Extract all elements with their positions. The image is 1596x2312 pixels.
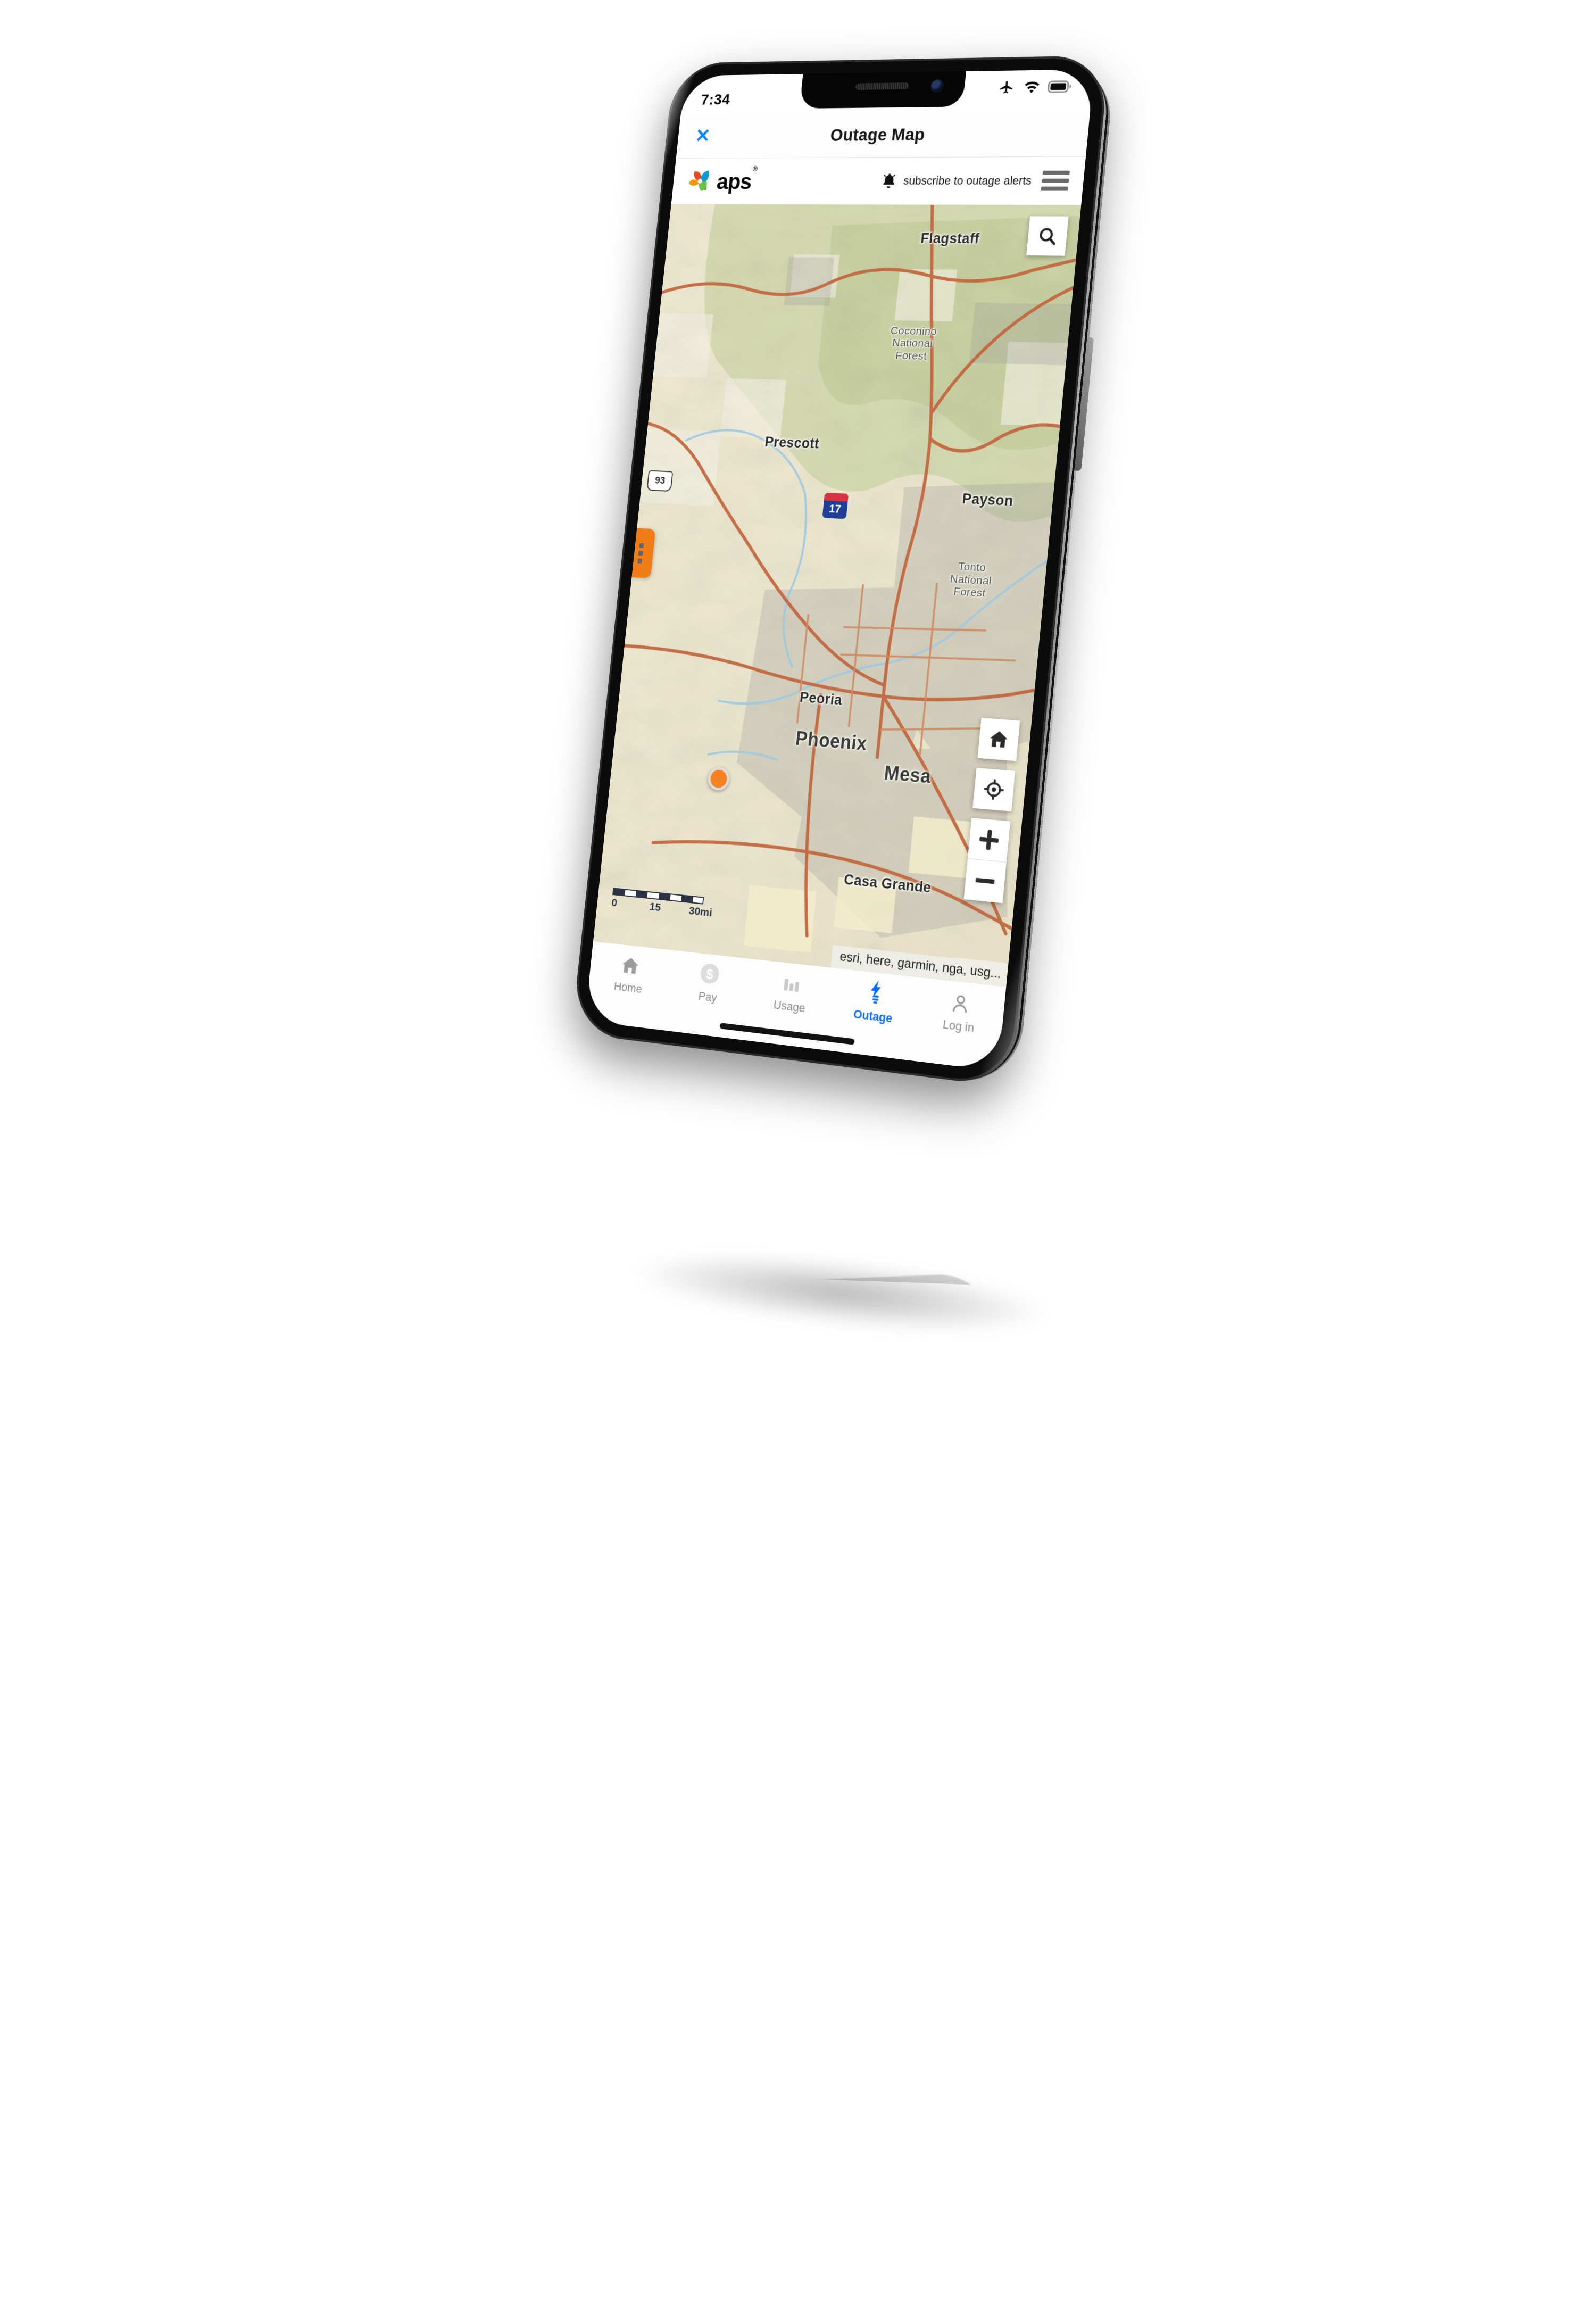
tab-home-label: Home [613, 979, 643, 996]
highway-shield-i17: 17 [822, 493, 849, 519]
registered-mark: ® [752, 164, 758, 172]
airplane-mode-icon [997, 79, 1017, 95]
status-bar-time: 7:34 [700, 91, 731, 109]
tab-pay-label: Pay [697, 989, 717, 1005]
home-indicator[interactable] [719, 1023, 854, 1045]
plug-icon [864, 979, 887, 1005]
map-label-payson: Payson [961, 491, 1014, 509]
map-zoom-in-button[interactable] [968, 818, 1010, 862]
map-legend-drawer-handle[interactable] [621, 528, 655, 578]
subscribe-alerts-label: subscribe to outage alerts [903, 174, 1032, 188]
scale-tick-0: 0 [611, 897, 618, 910]
map-label-coconino-national-forest: CoconinoNationalForest [887, 325, 937, 363]
map-tiles [593, 204, 1081, 987]
interstate-shield: 17 [822, 493, 849, 519]
map-label-peoria: Peoria [799, 690, 843, 709]
page-title: Outage Map [677, 123, 1089, 146]
tab-outage-label: Outage [853, 1007, 893, 1025]
person-icon [950, 989, 972, 1015]
plus-icon [979, 829, 1000, 850]
interstate-shield-label: 17 [828, 502, 842, 519]
scale-tick-15: 15 [649, 900, 661, 914]
earpiece-speaker [855, 82, 910, 90]
house-icon [620, 952, 641, 977]
device-notch [800, 69, 967, 109]
tab-login[interactable]: Log in [915, 985, 1005, 1038]
aps-logo-mark-icon [686, 168, 713, 194]
map-search-button[interactable] [1026, 216, 1069, 255]
minus-icon [975, 870, 995, 891]
map-zoom-controls [964, 818, 1011, 903]
home-icon [987, 728, 1010, 751]
phone-device: Flagstaff CoconinoNationalForest Prescot… [571, 55, 1109, 1088]
map-label-prescott: Prescott [764, 434, 820, 452]
tab-outage[interactable]: Outage [830, 976, 919, 1029]
map-zoom-out-button[interactable] [964, 858, 1007, 903]
map-label-mesa: Mesa [883, 761, 932, 788]
status-bar-icons [997, 79, 1073, 96]
bar-chart-icon [780, 970, 803, 996]
hamburger-menu-icon[interactable] [1041, 171, 1070, 191]
bell-icon [880, 172, 899, 189]
wifi-icon [1022, 79, 1042, 95]
screenshot-stage: Flagstaff CoconinoNationalForest Prescot… [0, 0, 1596, 1596]
highway-shield-us93: 93 [647, 470, 674, 492]
scale-tick-30: 30mi [688, 905, 713, 919]
map-locate-button[interactable] [972, 768, 1015, 811]
battery-icon [1047, 80, 1072, 94]
map-label-flagstaff: Flagstaff [920, 230, 980, 247]
tab-usage-label: Usage [772, 998, 805, 1015]
aps-logo[interactable]: aps® [686, 168, 758, 194]
aps-logo-wordmark: aps® [716, 172, 757, 192]
device-scene: Flagstaff CoconinoNationalForest Prescot… [0, 0, 1596, 1596]
tab-usage[interactable]: Usage [747, 966, 834, 1018]
map-label-tonto-national-forest: TontoNationalForest [948, 560, 993, 600]
search-icon [1036, 226, 1058, 246]
map-home-button[interactable] [977, 718, 1020, 761]
device-screen: Flagstaff CoconinoNationalForest Prescot… [585, 69, 1094, 1071]
us-route-shield-label: 93 [647, 470, 674, 492]
front-camera [931, 80, 943, 92]
brand-bar: aps® subscribe to outage alerts [671, 157, 1086, 205]
dollar-icon: $ [698, 961, 722, 987]
drag-dots-icon [637, 541, 644, 565]
tab-login-label: Log in [942, 1017, 975, 1035]
tab-home[interactable]: Home [588, 949, 671, 999]
close-button[interactable]: ✕ [694, 127, 711, 146]
crosshair-icon [983, 778, 1005, 801]
outage-map[interactable]: Flagstaff CoconinoNationalForest Prescot… [593, 204, 1081, 987]
app-navigation-bar: ✕ Outage Map [676, 111, 1091, 159]
aps-wordmark-text: aps [716, 169, 753, 194]
tab-pay[interactable]: $ Pay [667, 957, 752, 1008]
subscribe-to-outage-alerts-link[interactable]: subscribe to outage alerts [880, 172, 1033, 190]
